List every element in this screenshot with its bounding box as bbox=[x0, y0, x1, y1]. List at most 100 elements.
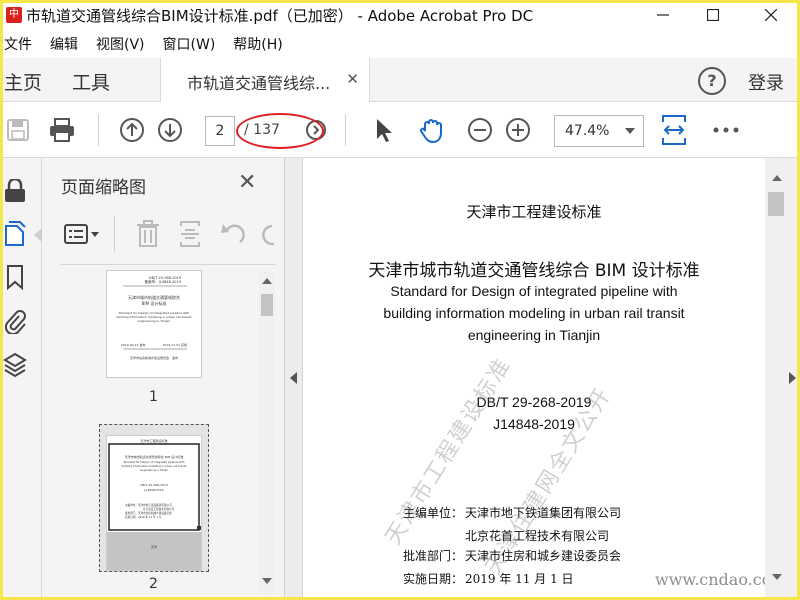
menu-edit[interactable]: 编辑 bbox=[50, 34, 78, 54]
thumbnails-scrollbar[interactable] bbox=[259, 272, 275, 594]
menu-view[interactable]: 视图(V) bbox=[96, 34, 145, 54]
thumbnail-options-button[interactable] bbox=[64, 222, 100, 248]
window-title: 市轨道交通管线综合BIM设计标准.pdf（已加密） - Adobe Acroba… bbox=[26, 6, 534, 25]
chevron-down-icon bbox=[625, 128, 635, 134]
collapse-left-icon[interactable] bbox=[290, 372, 297, 384]
tab-tools[interactable]: 工具 bbox=[72, 68, 110, 95]
document-view[interactable]: 天津市工程建设标准 天津市城市轨道交通管线综合 BIM 设计标准 Standar… bbox=[303, 158, 765, 600]
thumbnails-scrollbar-thumb[interactable] bbox=[261, 294, 273, 316]
fit-width-icon[interactable] bbox=[660, 115, 688, 145]
scroll-up-arrow[interactable] bbox=[772, 175, 782, 181]
page-thumbnail-2: 天津市工程建设标准 天津市城市轨道交通管线综合 BIM 设计标准 Standar… bbox=[106, 435, 202, 571]
maximize-button[interactable] bbox=[690, 0, 736, 30]
doc-title-cn: 天津市城市轨道交通管线综合 BIM 设计标准 bbox=[368, 261, 700, 281]
tab-home[interactable]: 主页 bbox=[4, 68, 42, 95]
more-options-icon[interactable] bbox=[712, 116, 740, 144]
toolbar: 2 / 137 47.4% bbox=[0, 102, 800, 158]
next-page-icon[interactable] bbox=[156, 116, 184, 144]
scroll-down-arrow[interactable] bbox=[772, 574, 782, 580]
menu-window[interactable]: 窗口(W) bbox=[163, 34, 216, 54]
thumb2-en-2: building information modeling in urban r… bbox=[122, 464, 187, 468]
doc-title-en-line-2: building information modeling in urban r… bbox=[383, 305, 685, 321]
previous-page-icon[interactable] bbox=[118, 116, 146, 144]
thumb2-en-3: engineering in Tianjin bbox=[140, 468, 168, 472]
thumb1-en-3: engineering in Tianjin bbox=[138, 319, 171, 323]
expand-right-pane-icon[interactable] bbox=[789, 372, 796, 384]
thumb2-standard-no: DB/T 29-268-2019 bbox=[140, 483, 168, 487]
thumb2-record-no: J14848-2019 bbox=[143, 488, 163, 492]
document-scrollbar-thumb[interactable] bbox=[768, 192, 784, 216]
thumb2-en-1: Standard for Design of integrated pipeli… bbox=[123, 460, 184, 464]
delete-page-icon[interactable] bbox=[136, 220, 160, 252]
thumb1-effective-date: 2019-11-01 实施 bbox=[163, 342, 187, 347]
zoom-level-select[interactable]: 47.4% bbox=[554, 115, 644, 147]
select-cursor-icon[interactable] bbox=[370, 116, 398, 144]
rotate-clockwise-icon[interactable] bbox=[258, 220, 274, 248]
thumb1-release-date: 2019-09-12 发布 bbox=[121, 342, 145, 347]
doc-standard-number: DB/T 29-268-2019 bbox=[476, 394, 592, 410]
doc-approver-label: 批准部门： bbox=[403, 549, 464, 563]
page-thumbnail-2-selected[interactable]: 天津市工程建设标准 天津市城市轨道交通管线综合 BIM 设计标准 Standar… bbox=[99, 424, 209, 572]
doc-date-label: 实施日期： bbox=[403, 572, 464, 586]
save-icon[interactable] bbox=[4, 116, 32, 144]
thumb1-title-bim: BIM 设计标准 bbox=[142, 300, 167, 306]
menu-bar: 文件 编辑 视图(V) 窗口(W) 帮助(H) bbox=[0, 30, 800, 58]
login-button[interactable]: 登录 bbox=[748, 69, 784, 95]
minimize-button[interactable] bbox=[640, 0, 686, 30]
page-thumbnails-icon[interactable] bbox=[2, 220, 28, 246]
document-tab-label: 市轨道交通管线综... bbox=[187, 74, 331, 93]
close-icon bbox=[765, 9, 777, 21]
doc-record-number: J14848-2019 bbox=[493, 416, 575, 432]
toolbar-separator bbox=[345, 114, 346, 146]
thumb2-editor-2: 北京花首工程技术有限公司 bbox=[143, 507, 175, 511]
doc-title-en-line-3: engineering in Tianjin bbox=[467, 327, 601, 343]
zoom-level-value: 47.4% bbox=[565, 123, 610, 139]
doc-header: 天津市工程建设标准 bbox=[466, 203, 602, 221]
print-icon[interactable] bbox=[48, 116, 76, 144]
page-thumbnail-1[interactable]: DB/T 29-268-2019 备案号：J14848-2019 天津市城市轨道… bbox=[106, 270, 202, 378]
thumbnail-2-preview: 天津市工程建设标准 天津市城市轨道交通管线综合 BIM 设计标准 Standar… bbox=[107, 436, 201, 570]
menu-file[interactable]: 文件 bbox=[4, 34, 32, 54]
menu-help[interactable]: 帮助(H) bbox=[233, 34, 282, 54]
doc-title-en-line-1: Standard for Design of integrated pipeli… bbox=[390, 283, 678, 299]
thumb2-header: 天津市工程建设标准 bbox=[140, 438, 167, 443]
site-watermark: www.cndao.com bbox=[655, 570, 765, 589]
thumb1-record-no: 备案号：J14848-2019 bbox=[145, 279, 181, 284]
left-navigation-rail bbox=[0, 158, 42, 600]
panel-toolbar bbox=[60, 216, 280, 256]
doc-editor-2: 北京花首工程技术有限公司 bbox=[465, 529, 610, 543]
title-bar: 中 市轨道交通管线综合BIM设计标准.pdf（已加密） - Adobe Acro… bbox=[0, 0, 800, 30]
zoom-out-icon[interactable] bbox=[466, 116, 494, 144]
doc-date: 2019 年 11 月 1 日 bbox=[465, 572, 574, 586]
attachment-icon[interactable] bbox=[2, 308, 28, 334]
thumb2-editor-1: 主编单位：天津市地下铁道集团有限公司 bbox=[125, 503, 172, 507]
close-window-button[interactable] bbox=[748, 0, 794, 30]
acrobat-app-icon: 中 bbox=[6, 7, 22, 23]
help-icon[interactable]: ? bbox=[698, 67, 726, 95]
hand-tool-icon[interactable] bbox=[418, 116, 446, 144]
scroll-up-arrow[interactable] bbox=[262, 278, 272, 284]
lock-icon[interactable] bbox=[2, 178, 28, 204]
thumb2-title-cn: 天津市城市轨道交通管线综合 BIM 设计标准 bbox=[125, 454, 183, 459]
thumb2-approver: 批准部门：天津市住房和城乡建设委员会 bbox=[125, 511, 172, 515]
extract-page-icon[interactable] bbox=[178, 220, 202, 252]
thumb2-footer: 天津 bbox=[151, 544, 157, 549]
panel-splitter[interactable] bbox=[285, 158, 303, 600]
bookmark-icon[interactable] bbox=[2, 264, 28, 290]
options-menu-icon bbox=[64, 224, 99, 244]
rotate-counterclockwise-icon[interactable] bbox=[220, 220, 246, 252]
thumb1-title-cn: 天津市城市轨道交通管线综合 bbox=[128, 294, 180, 300]
thumb1-publisher: 天津市住房和城乡建设委员会 发布 bbox=[130, 355, 178, 360]
rail-selection-pointer bbox=[34, 228, 42, 242]
thumbnail-1-preview: DB/T 29-268-2019 备案号：J14848-2019 天津市城市轨道… bbox=[116, 276, 192, 360]
close-tab-icon[interactable]: ✕ bbox=[346, 70, 359, 88]
layers-icon[interactable] bbox=[2, 352, 28, 378]
tab-document[interactable]: 市轨道交通管线综... ✕ bbox=[160, 58, 370, 102]
tab-bar: 主页 工具 市轨道交通管线综... ✕ ? 登录 bbox=[0, 58, 800, 102]
document-scrollbar[interactable] bbox=[765, 158, 800, 600]
page-thumbnails-panel: 页面缩略图 ✕ DB/T 29-268-2019 备案号：J14848-2019… bbox=[42, 158, 285, 600]
page-number-input[interactable]: 2 bbox=[205, 116, 235, 146]
scroll-down-arrow[interactable] bbox=[262, 578, 272, 584]
close-panel-icon[interactable]: ✕ bbox=[238, 170, 256, 195]
zoom-in-icon[interactable] bbox=[504, 116, 532, 144]
